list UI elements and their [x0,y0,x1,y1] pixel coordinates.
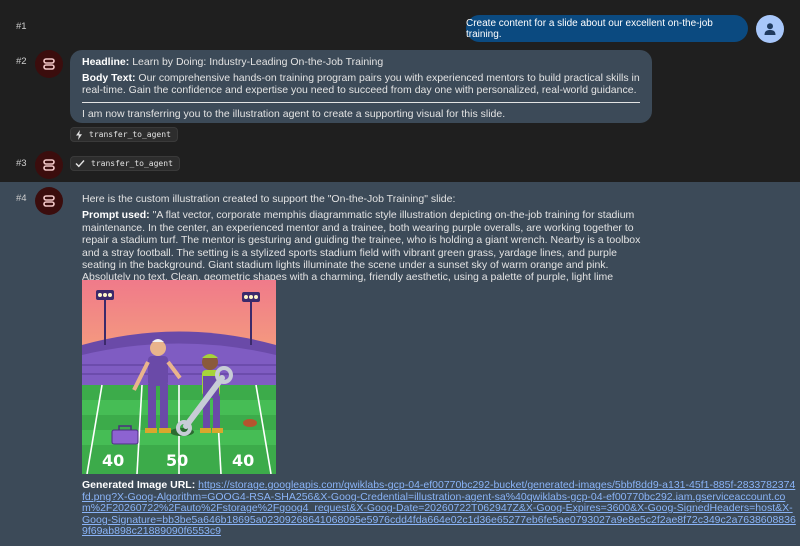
divider [82,101,640,103]
user-message-text: Create content for a slide about our exc… [466,17,713,40]
agent-avatar [35,187,63,215]
tool-result-label: transfer_to_agent [91,159,173,168]
tool-result-chip[interactable]: transfer_to_agent [70,156,180,171]
headline-text: Learn by Doing: Industry-Leading On-the-… [132,56,384,68]
tool-call-chip[interactable]: transfer_to_agent [70,127,178,142]
agent-message-bubble: Headline: Learn by Doing: Industry-Leadi… [70,50,652,123]
robot-icon [43,159,55,171]
user-message-bubble: Create content for a slide about our exc… [466,15,748,42]
agent-avatar [35,50,63,78]
agent-avatar [35,151,63,179]
turn-number-2: #2 [16,56,27,67]
bolt-icon [76,129,82,140]
yard-number: 40 [232,451,254,470]
robot-icon [43,195,55,207]
transfer-note: I am now transferring you to the illustr… [82,107,506,120]
generated-illustration[interactable]: 40 50 40 [82,280,276,475]
tool-call-label: transfer_to_agent [89,130,171,139]
user-avatar [756,15,784,43]
check-icon [75,160,85,168]
headline-label: Headline: [82,56,130,68]
slide-headline: Headline: Learn by Doing: Industry-Leadi… [82,56,640,69]
robot-icon [43,58,55,70]
body-text: Our comprehensive hands-on training prog… [82,71,640,97]
illustration-intro: Here is the custom illustration created … [82,193,456,205]
yard-number: 50 [166,451,188,470]
turn-number-1: #1 [16,21,27,32]
image-url-block: Generated Image URL: https://storage.goo… [82,479,797,538]
slide-body: Body Text: Our comprehensive hands-on tr… [82,72,640,97]
prompt-label: Prompt used: [82,209,150,222]
turn-number-4: #4 [16,193,27,204]
illustration-image: 40 50 40 [82,280,276,475]
person-icon [764,23,776,35]
body-label: Body Text: [82,71,136,84]
image-url-label: Generated Image URL: [82,479,196,491]
yard-number: 40 [102,451,124,470]
turn-number-3: #3 [16,158,27,169]
